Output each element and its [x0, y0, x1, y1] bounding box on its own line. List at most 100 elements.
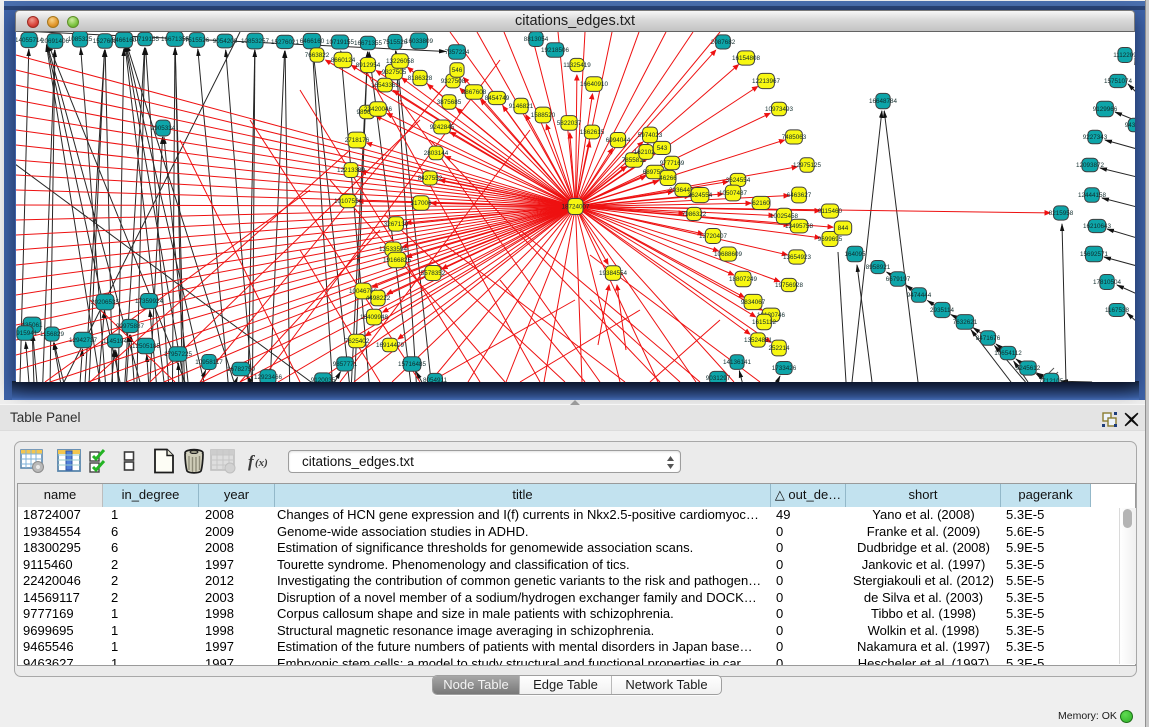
svg-text:2718176: 2718176 [345, 137, 370, 144]
svg-text:6466160: 6466160 [300, 38, 325, 45]
svg-text:7485063: 7485063 [782, 134, 807, 141]
svg-text:9242845: 9242845 [430, 124, 455, 131]
svg-text:1588520: 1588520 [531, 112, 556, 119]
svg-text:10719155: 10719155 [326, 39, 355, 46]
svg-text:17810504: 17810504 [1093, 279, 1122, 286]
svg-text:13720407: 13720407 [699, 233, 728, 240]
svg-text:2867608: 2867608 [462, 89, 487, 96]
svg-text:10107554: 10107554 [334, 198, 363, 205]
svg-text:12444158: 12444158 [1078, 192, 1107, 199]
svg-text:9777169: 9777169 [660, 160, 685, 167]
svg-text:9227343: 9227343 [1083, 134, 1108, 141]
svg-text:9031297: 9031297 [706, 375, 731, 382]
svg-text:1085325: 1085325 [68, 36, 93, 43]
svg-text:8471676: 8471676 [976, 335, 1001, 342]
svg-text:317006: 317006 [410, 200, 432, 207]
svg-text:1362615: 1362615 [580, 129, 605, 136]
svg-text:252214: 252214 [768, 345, 790, 352]
svg-text:13495758: 13495758 [785, 223, 814, 230]
svg-text:7625402: 7625402 [345, 338, 370, 345]
svg-text:16543362: 16543362 [371, 82, 400, 89]
svg-text:1112209: 1112209 [1113, 52, 1135, 59]
svg-text:2087682: 2087682 [711, 39, 736, 46]
svg-text:16640910: 16640910 [580, 81, 609, 88]
svg-text:1145194: 1145194 [103, 338, 128, 345]
svg-text:10958117: 10958117 [195, 359, 223, 366]
svg-text:12213389: 12213389 [337, 167, 366, 174]
svg-text:16154808: 16154808 [732, 55, 761, 62]
svg-text:8054911: 8054911 [423, 377, 448, 382]
svg-text:1615112: 1615112 [752, 319, 777, 326]
svg-text:20206535: 20206535 [91, 299, 120, 306]
svg-text:46266: 46266 [659, 175, 677, 182]
svg-text:17359924: 17359924 [135, 298, 164, 305]
svg-text:16409948: 16409948 [360, 314, 389, 321]
svg-text:19218506: 19218506 [541, 47, 570, 54]
svg-text:8454749: 8454749 [485, 95, 510, 102]
svg-text:9129966: 9129966 [1093, 106, 1118, 113]
svg-text:7663822: 7663822 [305, 52, 330, 59]
svg-text:9327508: 9327508 [441, 78, 466, 85]
svg-text:8813054: 8813054 [524, 36, 549, 43]
svg-text:12505185: 12505185 [132, 343, 161, 350]
svg-text:1156829: 1156829 [40, 331, 65, 338]
svg-text:16671355: 16671355 [354, 40, 383, 47]
svg-text:10688609: 10688609 [714, 251, 743, 258]
svg-text:12213967: 12213967 [752, 78, 781, 85]
svg-text:3624554: 3624554 [726, 177, 751, 184]
svg-text:5974023: 5974023 [638, 132, 663, 139]
svg-text:(x): (x) [255, 457, 268, 469]
svg-text:8427552: 8427552 [418, 175, 443, 182]
svg-text:15692571: 15692571 [1080, 251, 1109, 258]
svg-text:5822037: 5822037 [557, 120, 582, 127]
svg-text:23420046: 23420046 [364, 106, 393, 113]
svg-text:3875685: 3875685 [437, 99, 462, 106]
svg-text:9474444: 9474444 [907, 292, 932, 299]
svg-text:12975125: 12975125 [793, 162, 822, 169]
svg-text:16914479: 16914479 [376, 342, 405, 349]
svg-text:3624554: 3624554 [688, 192, 713, 199]
svg-text:7632621: 7632621 [953, 319, 978, 326]
svg-text:11325419: 11325419 [563, 62, 591, 69]
svg-text:546: 546 [452, 67, 463, 74]
svg-text:19166825: 19166825 [383, 257, 412, 264]
svg-text:10654112: 10654112 [994, 350, 1022, 357]
svg-text:9054209: 9054209 [213, 38, 238, 45]
svg-text:8958921: 8958921 [866, 264, 891, 271]
svg-text:12093872: 12093872 [1076, 162, 1105, 169]
svg-text:844: 844 [838, 225, 849, 232]
svg-text:9327505: 9327505 [382, 69, 407, 76]
svg-text:7712105: 7712105 [1039, 378, 1064, 382]
svg-text:5578352: 5578352 [421, 270, 446, 277]
svg-text:7986322: 7986322 [682, 211, 707, 218]
svg-text:9433554: 9433554 [1125, 122, 1135, 129]
svg-text:164095: 164095 [844, 251, 866, 258]
svg-text:2905334: 2905334 [151, 125, 176, 132]
svg-text:12942737: 12942737 [69, 337, 98, 344]
svg-text:8912954: 8912954 [356, 62, 381, 69]
svg-text:8186328: 8186328 [408, 75, 433, 82]
svg-text:543: 543 [657, 145, 668, 152]
svg-text:15276021: 15276021 [271, 39, 300, 46]
svg-text:1733426: 1733426 [772, 365, 797, 372]
svg-text:10853257: 10853257 [241, 38, 270, 45]
svg-text:10719155: 10719155 [131, 36, 160, 43]
svg-text:9115460: 9115460 [818, 208, 843, 215]
svg-text:16210643: 16210643 [1083, 223, 1112, 230]
svg-text:6994044: 6994044 [606, 137, 631, 144]
svg-text:9146821: 9146821 [509, 103, 534, 110]
svg-text:12923466: 12923466 [254, 374, 283, 381]
svg-text:16648784: 16648784 [869, 98, 898, 105]
svg-text:4498222: 4498222 [366, 295, 391, 302]
svg-text:62160: 62160 [752, 200, 770, 207]
svg-text:9120035: 9120035 [311, 377, 336, 382]
svg-text:3915941: 3915941 [16, 330, 38, 337]
svg-text:9245612: 9245612 [1016, 365, 1041, 372]
svg-text:18724007: 18724007 [561, 204, 590, 211]
svg-text:8215958: 8215958 [1049, 210, 1074, 217]
svg-text:19756928: 19756928 [775, 282, 804, 289]
svg-text:6679197: 6679197 [886, 276, 911, 283]
svg-text:8660124: 8660124 [331, 57, 356, 64]
svg-text:17957225: 17957225 [164, 351, 193, 358]
svg-text:14136141: 14136141 [723, 359, 752, 366]
